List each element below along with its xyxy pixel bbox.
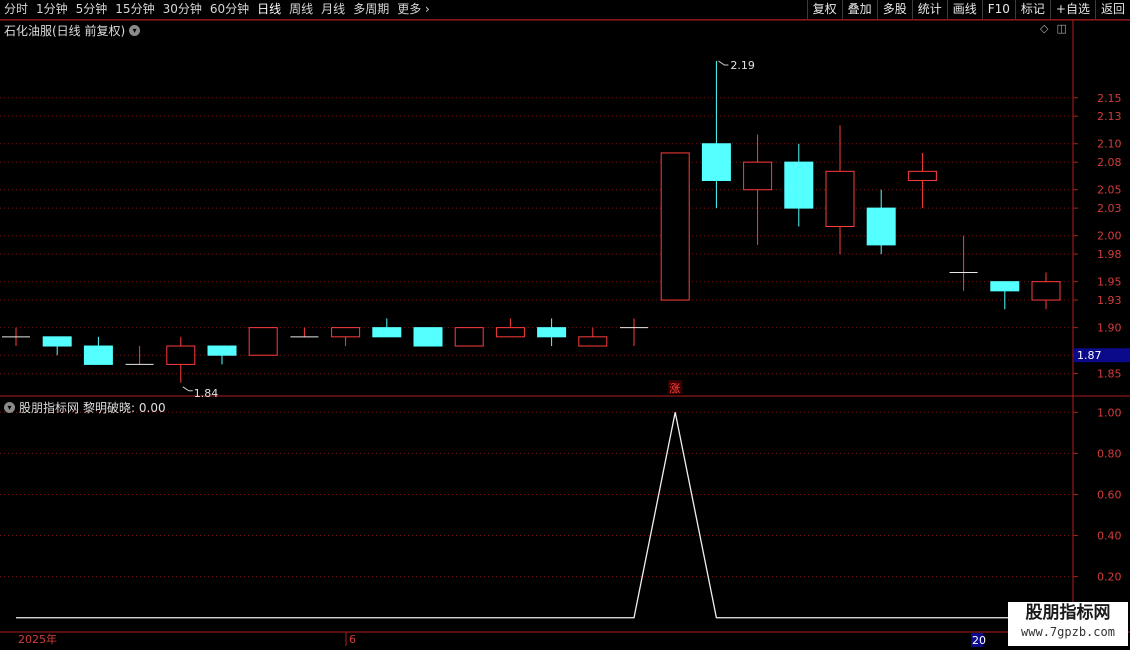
candle-body-up <box>1031 281 1061 301</box>
date-label-year: 2025年 <box>18 632 57 646</box>
price-tick-label: 1.95 <box>1097 276 1122 289</box>
signal-label: 涨 <box>669 382 680 395</box>
candle-body-up <box>331 327 361 338</box>
low-marker-arrow <box>182 386 193 392</box>
candle-body-up <box>166 345 196 365</box>
indicator-line <box>16 412 1046 619</box>
candle-body-down <box>372 327 402 338</box>
candle-body-up <box>825 170 855 227</box>
high-marker-arrow <box>718 60 729 66</box>
chevron-down-icon[interactable]: ▾ <box>129 25 141 36</box>
main-chart-title: 石化油服(日线 前复权) ▾ <box>4 22 141 39</box>
high-price-label: 2.19 <box>730 59 755 72</box>
date-cursor-label: 20 <box>972 634 986 647</box>
date-label-month: 6 <box>349 633 356 646</box>
indicator-tick-label: 0.40 <box>1097 530 1122 543</box>
price-tick-label: 2.03 <box>1097 202 1122 215</box>
stock-title: 石化油服(日线 前复权) <box>4 24 126 38</box>
watermark-name: 股朋指标网 <box>1025 603 1111 623</box>
watermark-url: www.7gpzb.com <box>1021 625 1115 639</box>
candle-body-up <box>907 170 937 182</box>
candle-body-down <box>413 327 443 347</box>
price-tick-label: 1.85 <box>1097 368 1122 381</box>
indicator-title: ▾ 股朋指标网 黎明破晓: 0.00 <box>4 399 166 416</box>
indicator-tick-label: 0.60 <box>1097 488 1122 501</box>
price-tick-label: 2.08 <box>1097 156 1122 169</box>
candle-body-down <box>83 345 113 365</box>
current-price-label: 1.87 <box>1077 349 1102 362</box>
indicator-tick-label: 1.00 <box>1097 406 1122 419</box>
kline-chart[interactable]: 2.15 2.13 2.10 2.08 2.05 2.03 2.00 1.98 1.95 1.93… <box>0 0 1130 650</box>
watermark: 股朋指标网 www.7gpzb.com <box>1008 602 1128 646</box>
candle-body-up <box>495 327 525 338</box>
indicator-value: 黎明破晓: 0.00 <box>83 401 166 415</box>
candle-body-up <box>578 336 608 347</box>
price-tick-label: 1.90 <box>1097 322 1122 335</box>
candle-body-up <box>248 327 278 356</box>
price-tick-label: 2.10 <box>1097 138 1122 151</box>
candle-body-down <box>207 345 237 356</box>
indicator-tick-label: 0.20 <box>1097 571 1122 584</box>
price-tick-label: 2.05 <box>1097 184 1122 197</box>
price-tick-label: 2.15 <box>1097 92 1122 105</box>
price-tick-label: 1.93 <box>1097 294 1122 307</box>
candle-body-down <box>537 327 567 338</box>
candle-body-up <box>454 327 484 347</box>
candle-body-up <box>743 161 773 191</box>
candle-body-down <box>42 336 72 347</box>
candle-body-down <box>784 161 814 209</box>
candle-body-down <box>866 207 896 246</box>
indicator-source: 股朋指标网 <box>19 401 80 415</box>
price-tick-label: 2.13 <box>1097 110 1122 123</box>
candle-body-down <box>701 143 731 182</box>
low-price-label: 1.84 <box>194 387 219 400</box>
indicator-tick-label: 0.80 <box>1097 447 1122 460</box>
chevron-down-icon[interactable]: ▾ <box>4 402 15 413</box>
price-tick-label: 2.00 <box>1097 230 1122 243</box>
candle-body-down <box>990 281 1020 292</box>
chart-corner-controls: ◇ ◫ <box>1040 22 1067 35</box>
diamond-icon[interactable]: ◇ <box>1040 22 1048 35</box>
panel-toggle-icon[interactable]: ◫ <box>1056 22 1066 35</box>
price-tick-label: 1.98 <box>1097 248 1122 261</box>
candle-body-up <box>660 152 690 301</box>
